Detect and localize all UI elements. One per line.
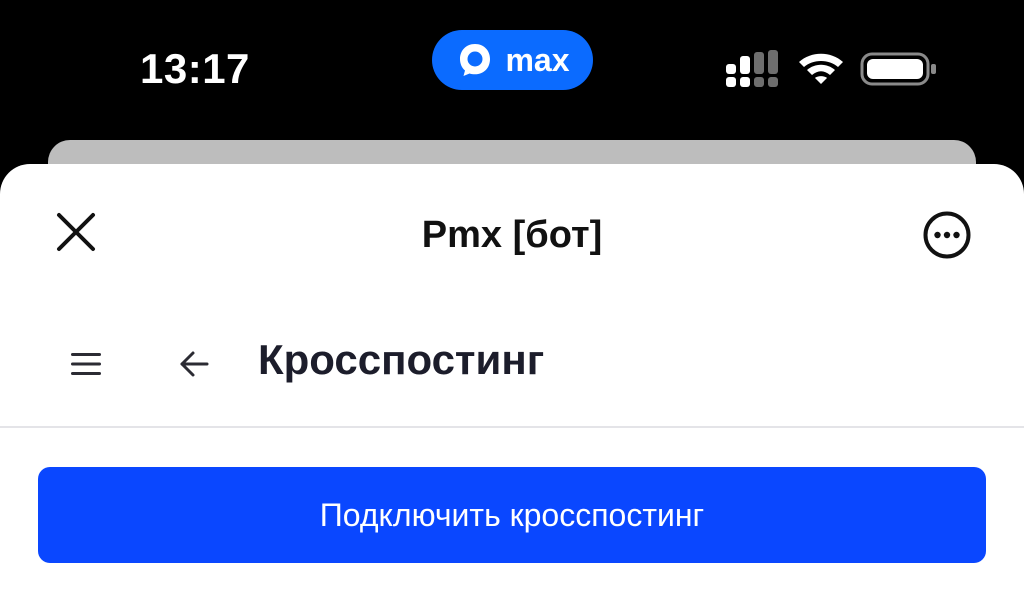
menu-button[interactable] [64, 342, 108, 386]
phone-screen: 13:17 max Pmx [бот] Кросспостинг Подключ… [0, 0, 1024, 600]
wifi-icon [799, 53, 843, 84]
more-options-button[interactable] [920, 208, 974, 262]
signal-icon [726, 50, 778, 87]
close-icon [57, 213, 95, 251]
more-options-icon [923, 211, 971, 259]
hamburger-menu-icon [71, 353, 101, 375]
max-app-label: max [505, 42, 570, 78]
connect-crossposting-button[interactable]: Подключить кросспостинг [38, 467, 986, 563]
max-app-pill[interactable]: max [432, 30, 593, 90]
page-nav-row: Кросспостинг [0, 314, 1024, 426]
max-chat-logo-icon [460, 44, 491, 76]
divider [0, 426, 1024, 428]
status-bar: 13:17 max [0, 0, 1024, 140]
page-title: Кросспостинг [258, 336, 545, 383]
sheet-title: Pmx [бот] [421, 214, 603, 256]
back-button[interactable] [172, 342, 216, 386]
bot-sheet: Pmx [бот] Кросспостинг Подключить кроссп… [0, 164, 1024, 600]
status-time: 13:17 [140, 45, 250, 92]
close-button[interactable] [50, 206, 102, 258]
back-arrow-icon [180, 351, 209, 377]
battery-icon [860, 52, 936, 86]
